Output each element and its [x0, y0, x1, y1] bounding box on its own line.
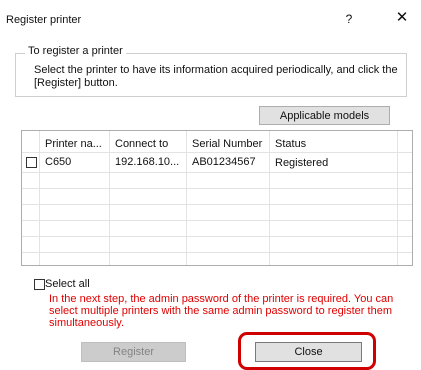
row-divider [22, 152, 412, 153]
admin-password-warning: In the next step, the admin password of … [49, 293, 394, 329]
column-header-connect-to[interactable]: Connect to [115, 138, 168, 150]
row-divider [22, 172, 412, 173]
close-button-highlight [238, 332, 376, 370]
select-all-label[interactable]: Select all [45, 278, 90, 290]
applicable-models-button[interactable]: Applicable models [259, 106, 390, 125]
window-title: Register printer [6, 14, 82, 26]
group-description: Select the printer to have its informati… [34, 64, 398, 89]
row-divider [22, 204, 412, 205]
help-icon[interactable]: ? [341, 10, 357, 28]
close-icon[interactable]: ✕ [393, 9, 411, 27]
row-divider [22, 252, 412, 253]
select-all-checkbox[interactable] [34, 279, 45, 290]
cell-connect-to: 192.168.10... [115, 156, 180, 168]
cell-printer-name: C650 [45, 156, 72, 168]
column-header-status[interactable]: Status [275, 138, 306, 150]
printer-table: Printer na... Connect to Serial Number S… [21, 130, 413, 266]
row-divider [22, 236, 412, 237]
register-button[interactable]: Register [81, 342, 186, 362]
column-header-serial-number[interactable]: Serial Number [192, 138, 262, 150]
row-divider [22, 188, 412, 189]
cell-serial-number: AB01234567 [192, 156, 256, 168]
row-divider [22, 220, 412, 221]
row-checkbox[interactable] [26, 157, 37, 168]
column-header-printer-name[interactable]: Printer na... [45, 138, 102, 150]
cell-status: Registered [275, 157, 329, 169]
group-legend: To register a printer [25, 45, 126, 57]
